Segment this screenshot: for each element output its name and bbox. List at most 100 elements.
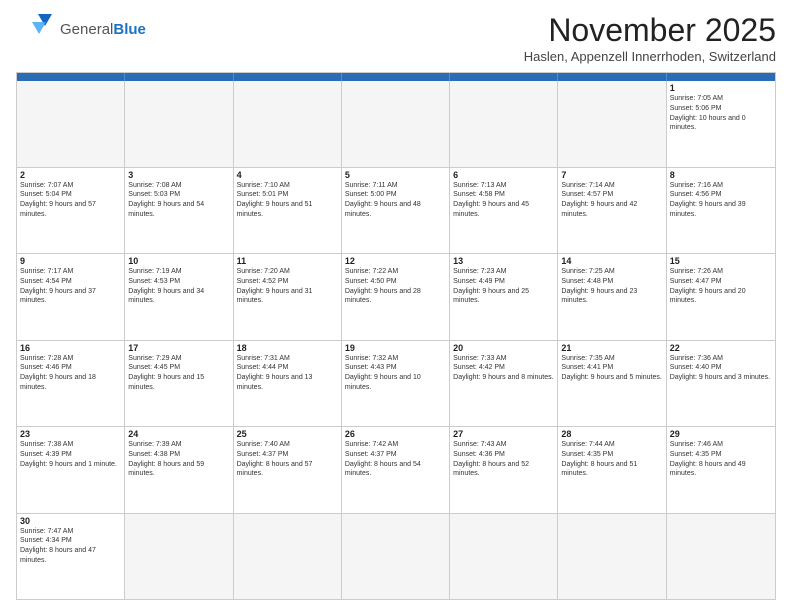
cell-info-5: Sunrise: 7:11 AM Sunset: 5:00 PM Dayligh… <box>345 181 446 220</box>
cell-info-28: Sunrise: 7:44 AM Sunset: 4:35 PM Dayligh… <box>561 440 662 479</box>
cal-cell-r3-c4: 20Sunrise: 7:33 AM Sunset: 4:42 PM Dayli… <box>450 341 558 427</box>
cell-info-4: Sunrise: 7:10 AM Sunset: 5:01 PM Dayligh… <box>237 181 338 220</box>
calendar-header <box>17 73 775 81</box>
cal-cell-r1-c4: 6Sunrise: 7:13 AM Sunset: 4:58 PM Daylig… <box>450 168 558 254</box>
day-num-20: 20 <box>453 343 554 353</box>
cal-cell-r3-c5: 21Sunrise: 7:35 AM Sunset: 4:41 PM Dayli… <box>558 341 666 427</box>
cal-cell-r4-c1: 24Sunrise: 7:39 AM Sunset: 4:38 PM Dayli… <box>125 427 233 513</box>
cal-cell-r0-c0 <box>17 81 125 167</box>
cal-cell-r2-c1: 10Sunrise: 7:19 AM Sunset: 4:53 PM Dayli… <box>125 254 233 340</box>
cal-cell-r0-c3 <box>342 81 450 167</box>
cal-cell-r5-c0: 30Sunrise: 7:47 AM Sunset: 4:34 PM Dayli… <box>17 514 125 600</box>
cell-info-9: Sunrise: 7:17 AM Sunset: 4:54 PM Dayligh… <box>20 267 121 306</box>
cal-cell-r5-c6 <box>667 514 775 600</box>
header-thursday <box>450 73 558 81</box>
cell-info-3: Sunrise: 7:08 AM Sunset: 5:03 PM Dayligh… <box>128 181 229 220</box>
cal-cell-r1-c6: 8Sunrise: 7:16 AM Sunset: 4:56 PM Daylig… <box>667 168 775 254</box>
cal-cell-r5-c5 <box>558 514 666 600</box>
day-num-28: 28 <box>561 429 662 439</box>
cell-info-27: Sunrise: 7:43 AM Sunset: 4:36 PM Dayligh… <box>453 440 554 479</box>
cal-cell-r5-c3 <box>342 514 450 600</box>
cal-cell-r3-c3: 19Sunrise: 7:32 AM Sunset: 4:43 PM Dayli… <box>342 341 450 427</box>
cal-cell-r4-c6: 29Sunrise: 7:46 AM Sunset: 4:35 PM Dayli… <box>667 427 775 513</box>
header-sunday <box>17 73 125 81</box>
day-num-30: 30 <box>20 516 121 526</box>
day-num-2: 2 <box>20 170 121 180</box>
cal-cell-r2-c6: 15Sunrise: 7:26 AM Sunset: 4:47 PM Dayli… <box>667 254 775 340</box>
cal-cell-r5-c4 <box>450 514 558 600</box>
cell-info-7: Sunrise: 7:14 AM Sunset: 4:57 PM Dayligh… <box>561 181 662 220</box>
day-num-25: 25 <box>237 429 338 439</box>
header-wednesday <box>342 73 450 81</box>
cal-row-5: 30Sunrise: 7:47 AM Sunset: 4:34 PM Dayli… <box>17 514 775 600</box>
title-block: November 2025 Haslen, Appenzell Innerrho… <box>524 12 776 64</box>
day-num-27: 27 <box>453 429 554 439</box>
cal-cell-r5-c2 <box>234 514 342 600</box>
day-num-22: 22 <box>670 343 772 353</box>
cal-cell-r4-c3: 26Sunrise: 7:42 AM Sunset: 4:37 PM Dayli… <box>342 427 450 513</box>
cal-cell-r1-c2: 4Sunrise: 7:10 AM Sunset: 5:01 PM Daylig… <box>234 168 342 254</box>
cell-info-17: Sunrise: 7:29 AM Sunset: 4:45 PM Dayligh… <box>128 354 229 393</box>
cal-cell-r3-c0: 16Sunrise: 7:28 AM Sunset: 4:46 PM Dayli… <box>17 341 125 427</box>
cal-cell-r0-c5 <box>558 81 666 167</box>
cell-info-8: Sunrise: 7:16 AM Sunset: 4:56 PM Dayligh… <box>670 181 772 220</box>
cell-info-29: Sunrise: 7:46 AM Sunset: 4:35 PM Dayligh… <box>670 440 772 479</box>
cal-cell-r2-c5: 14Sunrise: 7:25 AM Sunset: 4:48 PM Dayli… <box>558 254 666 340</box>
cal-cell-r2-c3: 12Sunrise: 7:22 AM Sunset: 4:50 PM Dayli… <box>342 254 450 340</box>
day-num-13: 13 <box>453 256 554 266</box>
logo: GeneralBlue <box>16 12 146 48</box>
header-friday <box>558 73 666 81</box>
cal-cell-r1-c3: 5Sunrise: 7:11 AM Sunset: 5:00 PM Daylig… <box>342 168 450 254</box>
cal-row-3: 16Sunrise: 7:28 AM Sunset: 4:46 PM Dayli… <box>17 341 775 428</box>
cal-cell-r4-c4: 27Sunrise: 7:43 AM Sunset: 4:36 PM Dayli… <box>450 427 558 513</box>
cell-info-20: Sunrise: 7:33 AM Sunset: 4:42 PM Dayligh… <box>453 354 554 383</box>
cal-cell-r3-c1: 17Sunrise: 7:29 AM Sunset: 4:45 PM Dayli… <box>125 341 233 427</box>
cell-info-2: Sunrise: 7:07 AM Sunset: 5:04 PM Dayligh… <box>20 181 121 220</box>
cell-info-15: Sunrise: 7:26 AM Sunset: 4:47 PM Dayligh… <box>670 267 772 306</box>
cell-info-24: Sunrise: 7:39 AM Sunset: 4:38 PM Dayligh… <box>128 440 229 479</box>
cell-info-26: Sunrise: 7:42 AM Sunset: 4:37 PM Dayligh… <box>345 440 446 479</box>
cal-cell-r1-c5: 7Sunrise: 7:14 AM Sunset: 4:57 PM Daylig… <box>558 168 666 254</box>
header-monday <box>125 73 233 81</box>
cell-info-10: Sunrise: 7:19 AM Sunset: 4:53 PM Dayligh… <box>128 267 229 306</box>
cell-info-22: Sunrise: 7:36 AM Sunset: 4:40 PM Dayligh… <box>670 354 772 383</box>
page: GeneralBlue November 2025 Haslen, Appenz… <box>0 0 792 612</box>
cal-cell-r0-c4 <box>450 81 558 167</box>
cal-row-1: 2Sunrise: 7:07 AM Sunset: 5:04 PM Daylig… <box>17 168 775 255</box>
day-num-26: 26 <box>345 429 446 439</box>
cal-cell-r1-c0: 2Sunrise: 7:07 AM Sunset: 5:04 PM Daylig… <box>17 168 125 254</box>
cell-info-6: Sunrise: 7:13 AM Sunset: 4:58 PM Dayligh… <box>453 181 554 220</box>
header: GeneralBlue November 2025 Haslen, Appenz… <box>16 12 776 64</box>
day-num-21: 21 <box>561 343 662 353</box>
cal-cell-r3-c6: 22Sunrise: 7:36 AM Sunset: 4:40 PM Dayli… <box>667 341 775 427</box>
day-num-12: 12 <box>345 256 446 266</box>
day-num-24: 24 <box>128 429 229 439</box>
cal-cell-r1-c1: 3Sunrise: 7:08 AM Sunset: 5:03 PM Daylig… <box>125 168 233 254</box>
day-num-14: 14 <box>561 256 662 266</box>
cell-info-25: Sunrise: 7:40 AM Sunset: 4:37 PM Dayligh… <box>237 440 338 479</box>
day-num-7: 7 <box>561 170 662 180</box>
cal-cell-r3-c2: 18Sunrise: 7:31 AM Sunset: 4:44 PM Dayli… <box>234 341 342 427</box>
cell-info-23: Sunrise: 7:38 AM Sunset: 4:39 PM Dayligh… <box>20 440 121 469</box>
logo-graphic <box>16 12 58 48</box>
header-saturday <box>667 73 775 81</box>
cal-cell-r0-c6: 1Sunrise: 7:05 AM Sunset: 5:06 PM Daylig… <box>667 81 775 167</box>
cal-cell-r4-c0: 23Sunrise: 7:38 AM Sunset: 4:39 PM Dayli… <box>17 427 125 513</box>
cal-cell-r2-c2: 11Sunrise: 7:20 AM Sunset: 4:52 PM Dayli… <box>234 254 342 340</box>
day-num-9: 9 <box>20 256 121 266</box>
day-num-18: 18 <box>237 343 338 353</box>
cell-info-13: Sunrise: 7:23 AM Sunset: 4:49 PM Dayligh… <box>453 267 554 306</box>
day-num-29: 29 <box>670 429 772 439</box>
logo-inner: GeneralBlue <box>16 12 146 48</box>
month-title: November 2025 <box>524 12 776 49</box>
day-num-3: 3 <box>128 170 229 180</box>
day-num-17: 17 <box>128 343 229 353</box>
cell-info-14: Sunrise: 7:25 AM Sunset: 4:48 PM Dayligh… <box>561 267 662 306</box>
cell-info-16: Sunrise: 7:28 AM Sunset: 4:46 PM Dayligh… <box>20 354 121 393</box>
day-num-8: 8 <box>670 170 772 180</box>
calendar: 1Sunrise: 7:05 AM Sunset: 5:06 PM Daylig… <box>16 72 776 600</box>
day-num-23: 23 <box>20 429 121 439</box>
day-num-11: 11 <box>237 256 338 266</box>
header-tuesday <box>234 73 342 81</box>
cal-cell-r5-c1 <box>125 514 233 600</box>
